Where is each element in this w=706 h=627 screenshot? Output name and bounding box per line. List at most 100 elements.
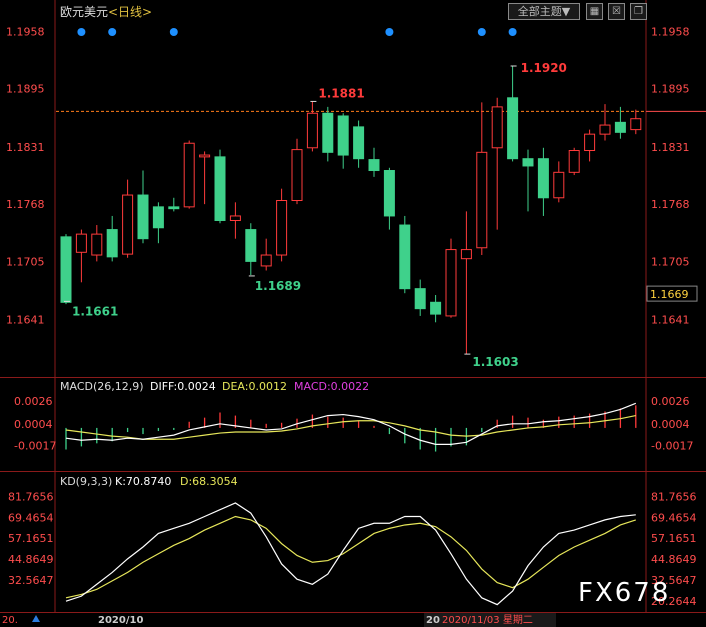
kd-d-value: D:68.3054 (180, 475, 238, 488)
restore-icon[interactable]: ❐ (630, 3, 647, 20)
candle-body-up (445, 249, 457, 317)
candle-body-down (137, 194, 149, 240)
macd-dea-value: DEA:0.0012 (222, 380, 287, 393)
candle-body-down (168, 206, 180, 210)
macd-axis-right-tick: 0.0004 (651, 418, 690, 431)
macd-diff-value: DIFF:0.0024 (150, 380, 216, 393)
event-marker-dot (385, 28, 394, 36)
x-axis-cursor-date: 2020/11/03 星期二 (442, 614, 533, 626)
macd-axis-left-tick: 0.0004 (14, 418, 53, 431)
kd-k-line (65, 502, 636, 606)
candle-body-down (353, 126, 365, 160)
candle-body-down (337, 115, 349, 156)
x-axis-cursor-prefix: 20 (426, 615, 440, 626)
candle-body-up (476, 151, 488, 249)
macd-label: MACD(26,12,9) (60, 380, 144, 393)
event-marker-dot (169, 28, 178, 36)
price-annotation-low-bottom: 1.1603 (472, 355, 518, 369)
candle-body-up (630, 118, 642, 131)
x-axis-left-date: 2020/10 (98, 615, 143, 626)
candle-body-up (260, 254, 272, 267)
grid-icon[interactable]: ▦ (586, 3, 603, 20)
kd-axis-left-tick: 57.1651 (8, 532, 54, 545)
event-marker-dot (477, 28, 486, 36)
candle-body-up (276, 199, 288, 256)
kd-axis-left-tick: 69.4654 (8, 511, 54, 524)
kd-axis-right-tick: 69.4654 (651, 511, 697, 524)
kd-axis-left-tick: 44.8649 (8, 553, 54, 566)
candle-body-up (568, 150, 580, 173)
chart-canvas: 1.1661 1.1881 1.1689 1.1603 1.1920 1.1958 1.1… (0, 0, 706, 627)
kd-bottom-value: 20. (2, 615, 18, 626)
macd-axis-right-tick: 0.0026 (651, 395, 690, 408)
candle-body-down (106, 229, 118, 258)
price-annotation-low-left: 1.1661 (72, 304, 118, 318)
price-annotation-high-right: 1.1920 (521, 61, 567, 75)
candle-body-down (383, 170, 395, 217)
macd-diff-line (65, 402, 637, 445)
candle-body-up (122, 194, 134, 255)
candle-body-up (553, 171, 565, 199)
kd-axis-right-tick: 57.1651 (651, 532, 697, 545)
candle-body-up (91, 233, 103, 256)
candle-body-down (522, 158, 534, 167)
period-label[interactable]: <日线> (108, 5, 152, 19)
macd-axis-right-tick: -0.0017 (651, 439, 693, 452)
price-axis-left-tick: 1.1705 (6, 255, 45, 268)
price-axis-right-tick: 1.1705 (651, 255, 690, 268)
price-axis-right-tick: 1.1895 (651, 83, 690, 96)
event-marker-dot (108, 28, 117, 36)
kd-label: KD(9,3,3) (60, 475, 112, 488)
kd-d-line (65, 515, 636, 599)
price-annotation-high-mid: 1.1881 (318, 86, 364, 100)
price-axis-right-tick: 1.1958 (651, 25, 690, 38)
kd-axis-right-tick: 44.8649 (651, 553, 697, 566)
event-marker-dot (77, 28, 86, 36)
price-axis-left-tick: 1.1641 (6, 314, 45, 327)
price-axis-right-tick: 1.1641 (651, 314, 690, 327)
theme-dropdown-button[interactable]: 全部主题▼ (508, 3, 580, 20)
price-axis-left-tick: 1.1895 (6, 83, 45, 96)
candle-body-down (368, 159, 380, 172)
close-box-icon[interactable]: ☒ (608, 3, 625, 20)
macd-dea-line (65, 415, 636, 440)
candle-body-down (507, 97, 519, 160)
macd-macd-value: MACD:0.0022 (294, 380, 369, 393)
candle-body-up (460, 249, 472, 260)
kd-axis-left-tick: 81.7656 (8, 491, 54, 504)
kd-axis-right-tick: 81.7656 (651, 491, 697, 504)
candle-body-down (537, 158, 549, 199)
candle-body-down (214, 156, 226, 221)
symbol-title: 欧元美元 (60, 5, 108, 19)
kd-k-value: K:70.8740 (115, 475, 171, 488)
candle-body-down (614, 121, 626, 133)
candle-body-up (306, 112, 318, 149)
kd-axis-left-tick: 32.5647 (8, 574, 54, 587)
price-axis-left-tick: 1.1831 (6, 141, 45, 154)
candle-body-down (430, 301, 442, 315)
event-marker-dot (508, 28, 517, 36)
candle-body-up (291, 149, 303, 201)
candle-body-down (152, 206, 164, 229)
candle-body-down (60, 236, 72, 303)
candle-body-up (599, 124, 611, 135)
candle-body-down (399, 224, 411, 290)
candle-body-down (322, 112, 334, 153)
price-axis-right-tick: 1.1768 (651, 198, 690, 211)
candle-body-up (491, 106, 503, 149)
price-axis-left-tick: 1.1958 (6, 25, 45, 38)
candle-body-up (584, 133, 596, 152)
candle-body-down (245, 229, 257, 262)
price-annotation-low-mid: 1.1689 (255, 279, 301, 293)
candle-body-down (414, 288, 426, 310)
current-price-label: 1.1669 (650, 288, 689, 301)
scroll-up-icon[interactable] (32, 615, 40, 622)
candle-body-up (75, 233, 87, 253)
macd-axis-left-tick: 0.0026 (14, 395, 53, 408)
macd-axis-left-tick: -0.0017 (14, 439, 56, 452)
price-axis-left-tick: 1.1768 (6, 198, 45, 211)
watermark: FX678 (578, 578, 670, 608)
candle-body-up (229, 215, 241, 221)
candle-body-up (199, 154, 211, 158)
candle-body-up (183, 142, 195, 208)
